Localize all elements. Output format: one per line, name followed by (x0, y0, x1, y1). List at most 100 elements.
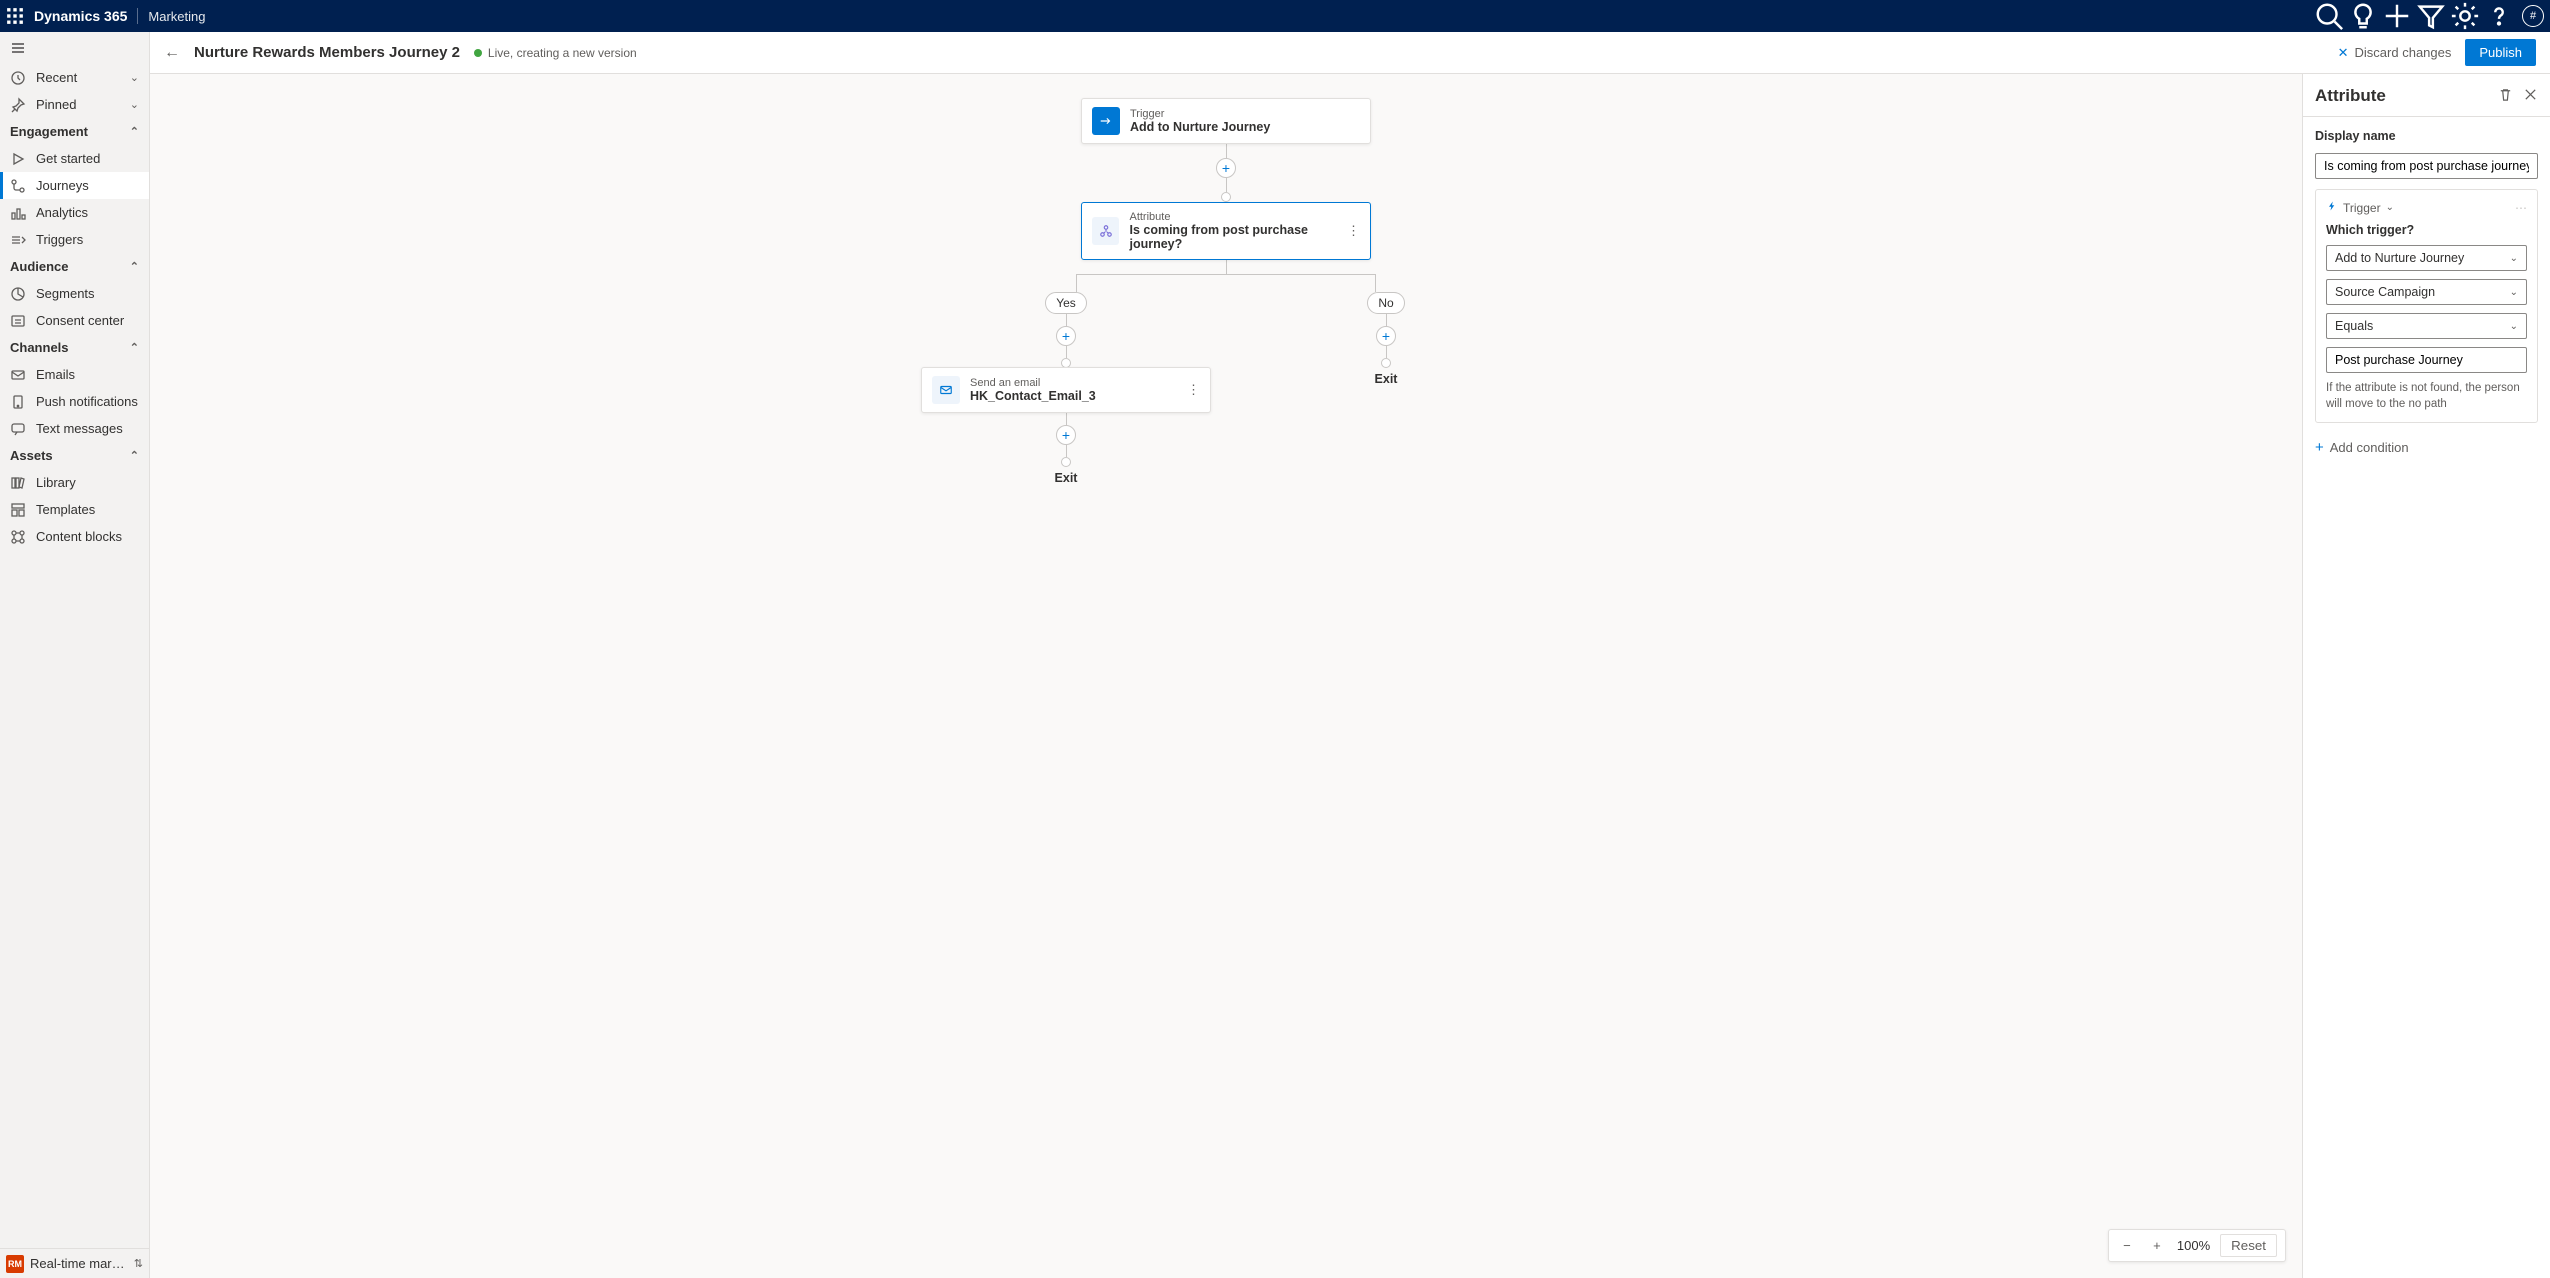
add-icon[interactable] (2382, 1, 2412, 31)
sidebar-item-label: Content blocks (36, 529, 122, 544)
sidebar: Recent ⌄ Pinned ⌄ Engagement ⌃ Get start… (0, 32, 150, 1278)
chevron-down-icon: ⌄ (2510, 321, 2518, 332)
add-step-button[interactable]: + (1056, 425, 1076, 445)
status-badge: Live, creating a new version (474, 46, 637, 60)
sidebar-item-label: Analytics (36, 205, 88, 220)
brand-label[interactable]: Dynamics 365 (34, 8, 127, 24)
email-card[interactable]: Send an email HK_Contact_Email_3 ⋮ (921, 367, 1211, 413)
sidebar-item-label: Recent (36, 70, 77, 85)
sidebar-item-templates[interactable]: Templates (0, 496, 149, 523)
analytics-icon (10, 205, 26, 221)
which-trigger-label: Which trigger? (2326, 223, 2527, 237)
blocks-icon (10, 529, 26, 545)
connector-dot (1221, 192, 1231, 202)
sidebar-item-library[interactable]: Library (0, 469, 149, 496)
trigger-icon (1092, 107, 1120, 135)
zoom-in-button[interactable]: + (2147, 1236, 2167, 1256)
sidebar-item-segments[interactable]: Segments (0, 280, 149, 307)
mail-icon (932, 376, 960, 404)
sidebar-item-label: Triggers (36, 232, 83, 247)
attribute-card[interactable]: Attribute Is coming from post purchase j… (1081, 202, 1371, 260)
sidebar-item-label: Get started (36, 151, 100, 166)
sidebar-item-content-blocks[interactable]: Content blocks (0, 523, 149, 550)
gear-icon[interactable] (2450, 1, 2480, 31)
sidebar-item-consent-center[interactable]: Consent center (0, 307, 149, 334)
sidebar-recent[interactable]: Recent ⌄ (0, 64, 149, 91)
chevron-down-icon: ⌄ (130, 98, 139, 111)
sidebar-item-label: Segments (36, 286, 95, 301)
add-condition-button[interactable]: + Add condition (2315, 439, 2538, 456)
sidebar-item-label: Journeys (36, 178, 89, 193)
sidebar-pinned[interactable]: Pinned ⌄ (0, 91, 149, 118)
attribute-icon (1092, 217, 1119, 245)
sidebar-group-audience[interactable]: Audience ⌃ (0, 253, 149, 280)
sidebar-group-channels[interactable]: Channels ⌃ (0, 334, 149, 361)
card-type: Attribute (1129, 211, 1360, 223)
condition-type: Trigger (2343, 201, 2381, 215)
sidebar-item-analytics[interactable]: Analytics (0, 199, 149, 226)
zoom-out-button[interactable]: − (2117, 1236, 2137, 1256)
segments-icon (10, 286, 26, 302)
search-icon[interactable] (2314, 1, 2344, 31)
journey-canvas[interactable]: Trigger Add to Nurture Journey + (150, 74, 2302, 1278)
display-name-input[interactable] (2315, 153, 2538, 179)
publish-button[interactable]: Publish (2465, 39, 2536, 66)
field-select[interactable]: Source Campaign⌄ (2326, 279, 2527, 305)
consent-icon (10, 313, 26, 329)
journey-icon (10, 178, 26, 194)
area-switcher[interactable]: RM Real-time marketi... ⇅ (0, 1248, 149, 1278)
module-label[interactable]: Marketing (148, 9, 205, 24)
sidebar-item-get-started[interactable]: Get started (0, 145, 149, 172)
connector-dot (1061, 457, 1071, 467)
chevron-down-icon: ⌄ (2510, 287, 2518, 298)
sidebar-item-label: Library (36, 475, 76, 490)
page-header: ← Nurture Rewards Members Journey 2 Live… (150, 32, 2550, 74)
add-step-button[interactable]: + (1376, 326, 1396, 346)
discard-label: Discard changes (2355, 45, 2452, 60)
branch-no-label[interactable]: No (1367, 292, 1404, 314)
sidebar-item-push[interactable]: Push notifications (0, 388, 149, 415)
operator-select[interactable]: Equals⌄ (2326, 313, 2527, 339)
more-icon[interactable]: ⋯ (2515, 201, 2527, 215)
filter-icon[interactable] (2416, 1, 2446, 31)
condition-note: If the attribute is not found, the perso… (2326, 381, 2527, 412)
sidebar-item-label: Push notifications (36, 394, 138, 409)
back-icon[interactable]: ← (164, 44, 180, 62)
sidebar-item-triggers[interactable]: Triggers (0, 226, 149, 253)
chevron-up-icon: ⌃ (130, 260, 139, 273)
trigger-icon (10, 232, 26, 248)
add-step-button[interactable]: + (1216, 158, 1236, 178)
trigger-card[interactable]: Trigger Add to Nurture Journey (1081, 98, 1371, 144)
discard-changes-button[interactable]: ✕ Discard changes (2338, 45, 2452, 61)
more-icon[interactable]: ⋮ (1183, 382, 1204, 398)
more-icon[interactable]: ⋮ (1343, 223, 1364, 239)
sidebar-group-assets[interactable]: Assets ⌃ (0, 442, 149, 469)
sidebar-item-label: Consent center (36, 313, 124, 328)
help-icon[interactable] (2484, 1, 2514, 31)
sidebar-item-emails[interactable]: Emails (0, 361, 149, 388)
delete-icon[interactable] (2498, 87, 2513, 105)
exit-label: Exit (1055, 471, 1078, 485)
chevron-down-icon: ⌄ (2510, 253, 2518, 264)
exit-label: Exit (1375, 372, 1398, 386)
chevron-up-icon: ⌃ (130, 341, 139, 354)
zoom-level: 100% (2177, 1238, 2210, 1253)
close-icon[interactable] (2523, 87, 2538, 105)
chevron-down-icon[interactable]: ⌄ (2386, 202, 2394, 213)
card-title: Is coming from post purchase journey? (1129, 223, 1360, 251)
branch-yes-label[interactable]: Yes (1045, 292, 1087, 314)
value-input[interactable] (2326, 347, 2527, 373)
zoom-reset-button[interactable]: Reset (2220, 1234, 2277, 1257)
add-step-button[interactable]: + (1056, 326, 1076, 346)
sidebar-item-sms[interactable]: Text messages (0, 415, 149, 442)
display-name-label: Display name (2315, 129, 2538, 143)
hamburger-icon[interactable] (0, 32, 149, 64)
group-label: Audience (10, 259, 69, 274)
avatar[interactable]: # (2522, 5, 2544, 27)
app-launcher-icon[interactable] (6, 7, 24, 25)
bolt-icon (2326, 200, 2338, 215)
sidebar-group-engagement[interactable]: Engagement ⌃ (0, 118, 149, 145)
which-trigger-select[interactable]: Add to Nurture Journey⌄ (2326, 245, 2527, 271)
lightbulb-icon[interactable] (2348, 1, 2378, 31)
sidebar-item-journeys[interactable]: Journeys (0, 172, 149, 199)
